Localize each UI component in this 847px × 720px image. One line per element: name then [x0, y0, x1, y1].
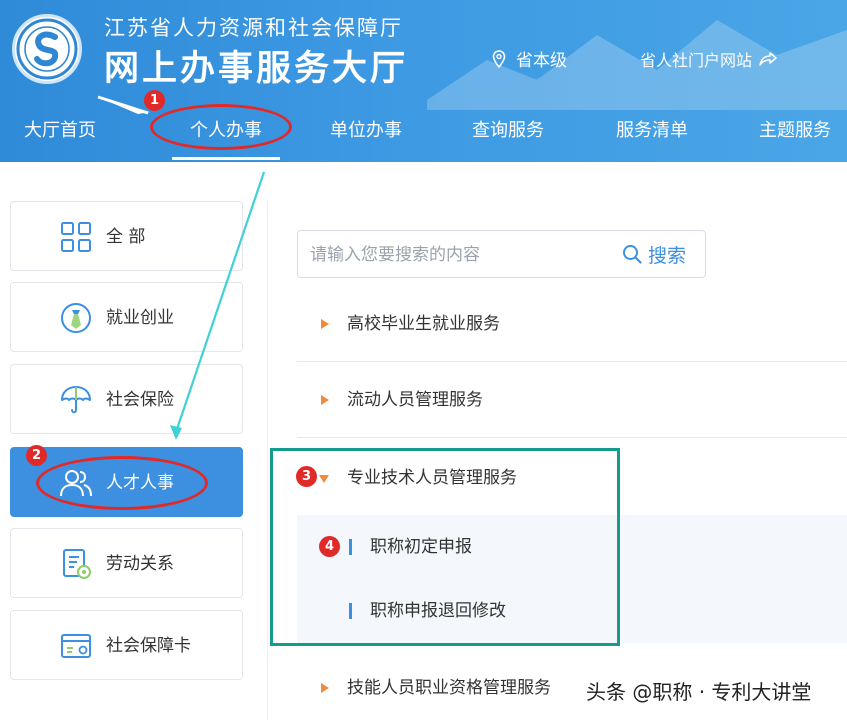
annotation-arrows: [97, 95, 266, 440]
watermark: 头条 @职称 · 专利大讲堂: [586, 680, 812, 704]
annotation-badge-2: 2: [26, 445, 47, 466]
screenshot-root: 江苏省人力资源和社会保障厅 网上办事服务大厅 省本级 省人社门户网站 大厅首页 …: [0, 0, 847, 720]
annotation-badge-1: 1: [144, 90, 165, 111]
annotation-badge-4: 4: [319, 536, 340, 557]
annotation-badge-3: 3: [296, 466, 317, 487]
